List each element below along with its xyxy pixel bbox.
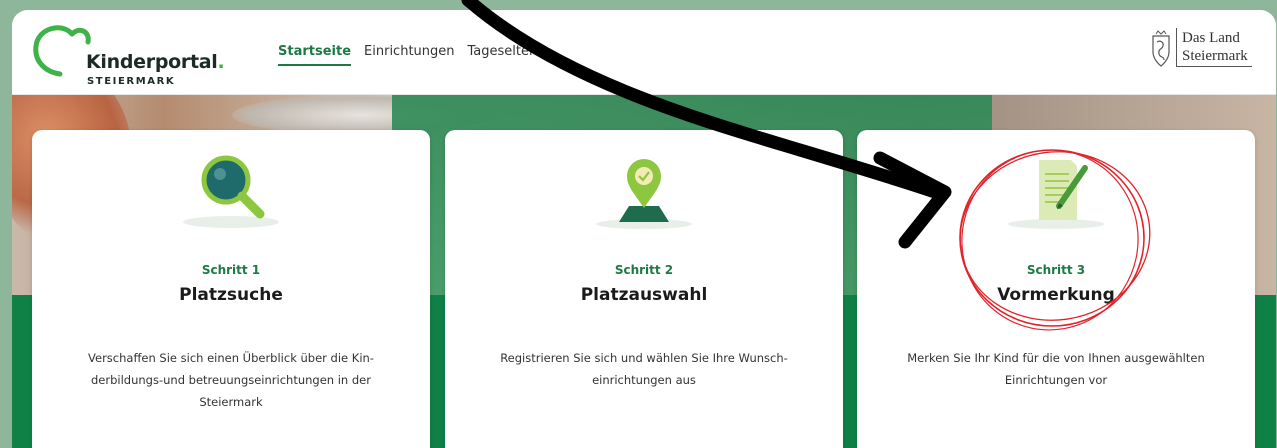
description-line: einrichtungen aus	[592, 373, 696, 387]
description-line: derbildungs-und betreuungseinrichtungen …	[91, 373, 371, 387]
nav-einrichtungen[interactable]: Einrichtungen	[364, 44, 454, 66]
step-label: Schritt 1	[201, 263, 261, 277]
step-title: Vormerkung	[997, 285, 1115, 305]
step-label: Schritt 3	[1026, 263, 1086, 277]
step-card-1[interactable]: Schritt 1 Platzsuche Verschaffen Sie sic…	[32, 130, 430, 448]
kinderportal-logo[interactable]: Kinderportal. STEIERMARK	[32, 24, 242, 92]
description-line: Steiermark	[199, 395, 263, 409]
map-pin-check-icon	[596, 159, 692, 229]
land-logo-line2: Steiermark	[1182, 48, 1248, 64]
document-pencil-icon	[1008, 160, 1104, 229]
heart-logo-icon	[33, 25, 91, 77]
logo-name: Kinderportal.	[86, 51, 225, 73]
step-title: Platzauswahl	[580, 285, 708, 305]
nav-tageseltern[interactable]: Tageseltern	[468, 44, 543, 66]
step-description: Registrieren Sie sich und wählen Sie Ihr…	[470, 347, 818, 391]
description-line: Einrichtungen vor	[1004, 373, 1108, 387]
site-header: Kinderportal. STEIERMARK Startseite Einr…	[12, 10, 1276, 95]
magnifier-icon	[183, 155, 279, 228]
step-label: Schritt 2	[614, 263, 674, 277]
land-steiermark-logo[interactable]: Das Land Steiermark	[1150, 28, 1262, 76]
description-line: Verschaffen Sie sich einen Überblick übe…	[88, 351, 374, 365]
land-logo-line1: Das Land	[1182, 30, 1240, 46]
nav-startseite[interactable]: Startseite	[278, 44, 352, 66]
description-line: Registrieren Sie sich und wählen Sie Ihr…	[500, 351, 788, 365]
logo-subtitle: STEIERMARK	[87, 76, 176, 87]
main-nav: Startseite Einrichtungen Tageseltern	[278, 44, 555, 66]
step-card-3[interactable]: Schritt 3 Vormerkung Merken Sie Ihr Kind…	[857, 130, 1255, 448]
panther-crest-icon	[1152, 30, 1170, 67]
step-card-2[interactable]: Schritt 2 Platzauswahl Registrieren Sie …	[445, 130, 843, 448]
land-logo-text: Das Land Steiermark	[1176, 28, 1252, 67]
step-description: Verschaffen Sie sich einen Überblick übe…	[57, 347, 405, 413]
description-line: Merken Sie Ihr Kind für die von Ihnen au…	[907, 351, 1205, 365]
browser-frame: Kinderportal. STEIERMARK Startseite Einr…	[12, 10, 1276, 448]
step-description: Merken Sie Ihr Kind für die von Ihnen au…	[882, 347, 1230, 391]
step-title: Platzsuche	[179, 285, 283, 305]
